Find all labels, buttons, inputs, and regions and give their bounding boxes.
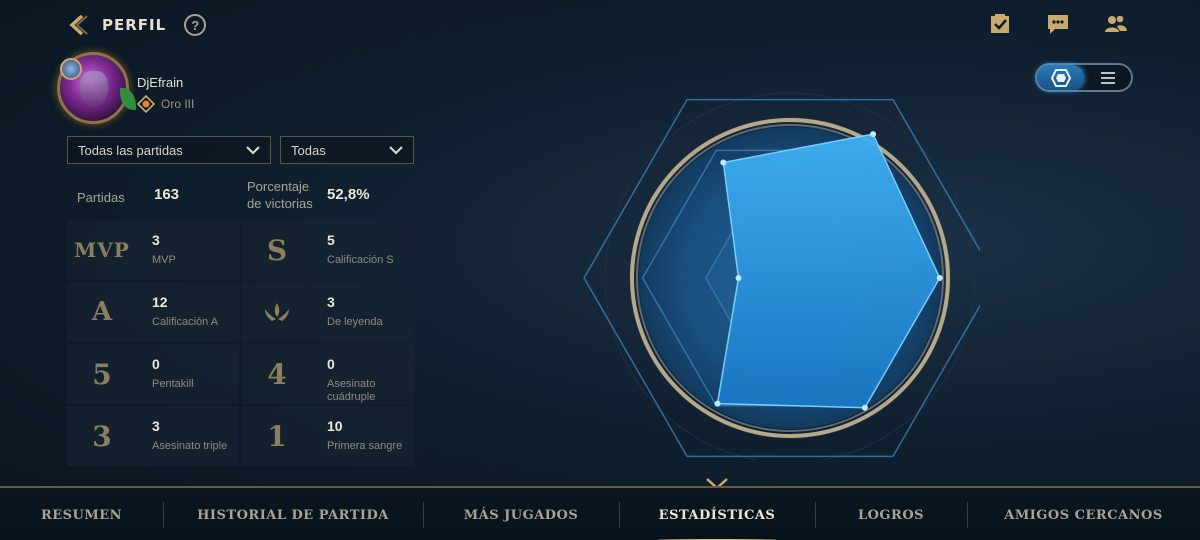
radar-data-point bbox=[714, 400, 721, 407]
stat-card-legendary: 3 De leyenda bbox=[242, 282, 414, 342]
chat-icon[interactable] bbox=[1046, 12, 1070, 36]
radar-data-point bbox=[861, 404, 868, 411]
chevron-down-icon bbox=[246, 146, 260, 155]
stat-value: 3 bbox=[327, 294, 335, 310]
radar-data-point bbox=[735, 275, 742, 281]
chevron-down-icon bbox=[389, 146, 403, 155]
list-view-toggle[interactable] bbox=[1084, 65, 1131, 90]
stat-card-triple-kill: 3 3 Asesinato triple bbox=[67, 406, 239, 466]
winrate-value: 52,8% bbox=[327, 186, 370, 203]
pentakill-icon: 5 bbox=[92, 357, 112, 391]
rank-label: Oro III bbox=[161, 97, 195, 111]
stat-card-quadra-kill: 4 0 Asesinato cuádruple bbox=[242, 344, 414, 404]
quadra-kill-icon: 4 bbox=[267, 357, 287, 391]
tab-summary[interactable]: RESUMEN bbox=[0, 488, 163, 540]
stat-card-s-rating: S 5 Calificación S bbox=[242, 220, 414, 280]
friends-icon[interactable] bbox=[1104, 12, 1128, 36]
radar-data-point bbox=[720, 159, 727, 166]
stat-value: 12 bbox=[152, 294, 168, 310]
legend-crown-icon bbox=[248, 282, 306, 342]
stat-card-pentakill: 5 0 Pentakill bbox=[67, 344, 239, 404]
first-blood-icon: 1 bbox=[267, 419, 287, 453]
gold-rank-icon bbox=[137, 95, 155, 113]
stat-card-first-blood: 1 10 Primera sangre bbox=[242, 406, 414, 466]
back-arrow-icon[interactable] bbox=[66, 12, 92, 38]
tab-statistics[interactable]: ESTADÍSTICAS bbox=[619, 488, 815, 540]
stat-label: Primera sangre bbox=[327, 440, 403, 452]
winrate-label-line1: Porcentaje bbox=[247, 179, 310, 194]
games-label: Partidas bbox=[77, 190, 125, 205]
bottom-tab-bar: RESUMEN HISTORIAL DE PARTIDA MÁS JUGADOS… bbox=[0, 486, 1200, 540]
radar-view-toggle[interactable] bbox=[1037, 65, 1084, 90]
tab-nearby-friends[interactable]: AMIGOS CERCANOS bbox=[967, 488, 1200, 540]
stat-value: 0 bbox=[327, 356, 335, 372]
stat-label: Calificación A bbox=[152, 316, 219, 328]
stat-card-mvp: MVP 3 MVP bbox=[67, 220, 239, 280]
page-title: PERFIL bbox=[102, 16, 167, 34]
stat-value: 10 bbox=[327, 418, 343, 434]
stat-label: Asesinato triple bbox=[152, 440, 228, 452]
list-icon bbox=[1100, 71, 1115, 84]
radar-data-point bbox=[936, 275, 943, 281]
performance-radar-chart bbox=[583, 92, 980, 460]
stat-value: 3 bbox=[152, 418, 160, 434]
stat-label: De leyenda bbox=[327, 316, 383, 328]
stat-value: 0 bbox=[152, 356, 160, 372]
stat-label: MVP bbox=[152, 254, 176, 266]
games-value: 163 bbox=[154, 186, 180, 203]
stats-grid: MVP 3 MVP S 5 Calificación S A 12 Califi… bbox=[67, 220, 414, 468]
s-rating-icon: S bbox=[266, 233, 288, 267]
role-filter-dropdown[interactable]: Todas bbox=[280, 136, 414, 164]
rank-row: Oro III bbox=[137, 95, 194, 113]
role-filter-value: Todas bbox=[291, 142, 326, 158]
avatar-emblem bbox=[60, 58, 82, 80]
winrate-label-line2: de victorias bbox=[247, 196, 313, 211]
tab-achievements[interactable]: LOGROS bbox=[815, 488, 967, 540]
username: DjEfrain bbox=[137, 75, 184, 90]
top-icons bbox=[988, 12, 1128, 36]
mvp-icon: MVP bbox=[74, 238, 130, 262]
stat-label: Pentakill bbox=[152, 378, 194, 390]
radar-data-point bbox=[870, 131, 877, 138]
help-icon[interactable]: ? bbox=[184, 14, 207, 36]
a-rating-icon: A bbox=[91, 297, 113, 327]
stat-label: Calificación S bbox=[327, 254, 394, 266]
mode-filter-dropdown[interactable]: Todas las partidas bbox=[67, 136, 271, 164]
stat-value: 3 bbox=[152, 232, 160, 248]
stat-value: 5 bbox=[327, 232, 335, 248]
header: PERFIL ? bbox=[66, 12, 207, 38]
tab-match-history[interactable]: HISTORIAL DE PARTIDA bbox=[163, 488, 423, 540]
stat-label: Asesinato cuádruple bbox=[327, 378, 376, 403]
hexagon-icon bbox=[1050, 68, 1071, 87]
view-toggle bbox=[1035, 63, 1133, 92]
mission-checklist-icon[interactable] bbox=[988, 12, 1012, 36]
stat-card-a-rating: A 12 Calificación A bbox=[67, 282, 239, 342]
triple-kill-icon: 3 bbox=[92, 419, 112, 453]
mode-filter-value: Todas las partidas bbox=[78, 142, 183, 158]
tab-most-played[interactable]: MÁS JUGADOS bbox=[423, 488, 619, 540]
